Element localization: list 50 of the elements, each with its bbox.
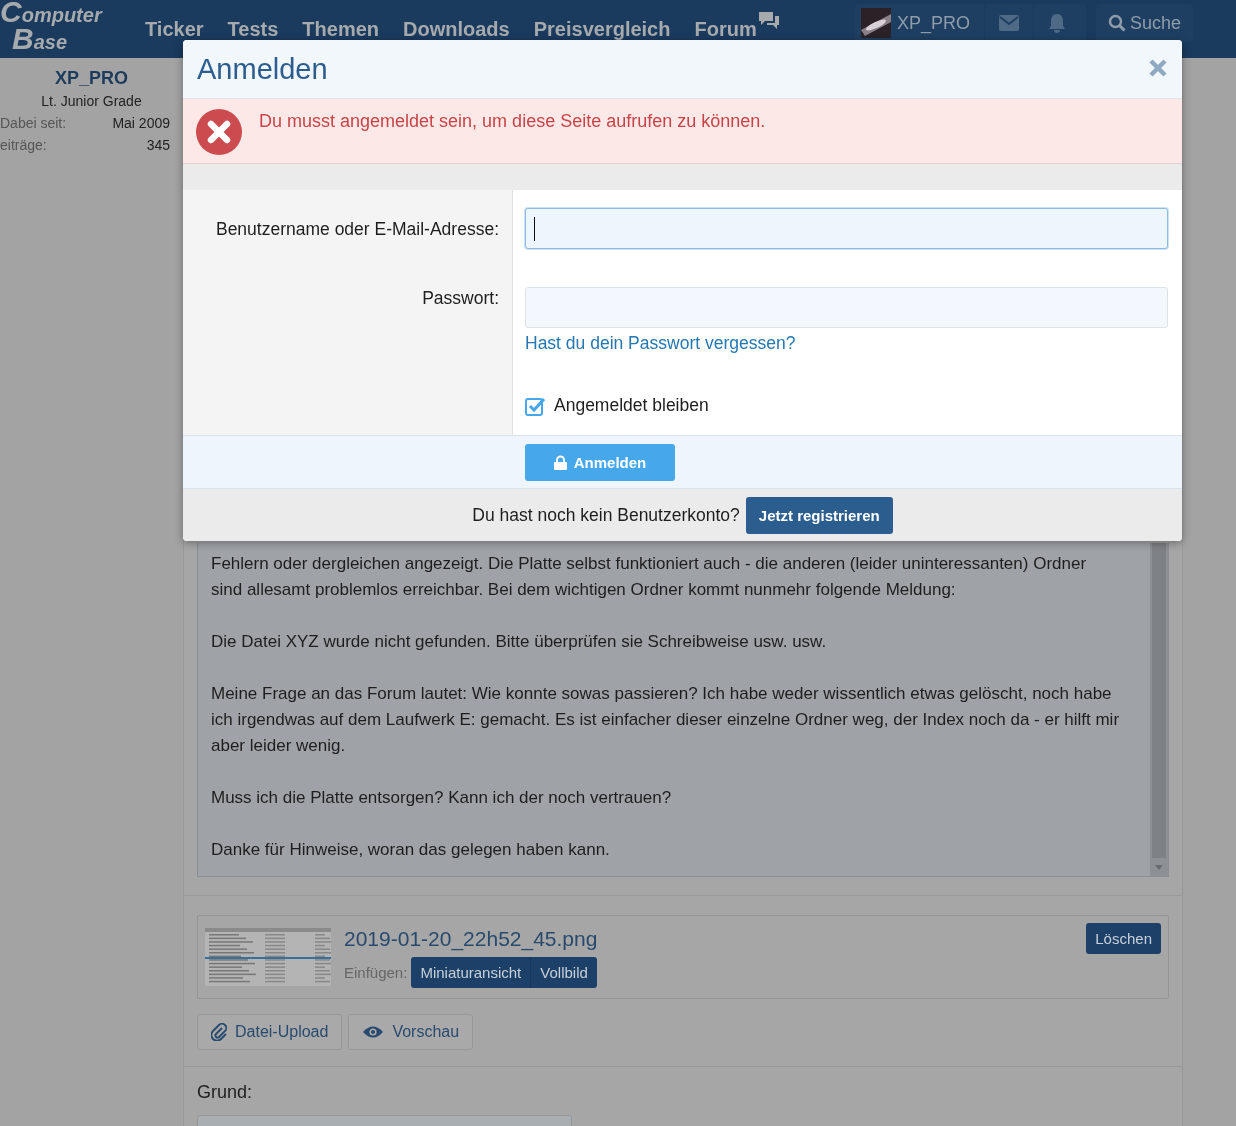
reason-label: Grund:	[197, 1082, 254, 1103]
close-icon	[1148, 57, 1168, 78]
checkbox[interactable]	[525, 395, 545, 416]
register-button[interactable]: Jetzt registrieren	[745, 496, 893, 534]
message-paragraph: Danke für Hinweise, woran das gelegen haben kann.	[211, 839, 611, 861]
username-field[interactable]	[525, 208, 1168, 249]
message-paragraph: Meine Frage an das Forum lautet: Wie konnte sowas passieren? Ich habe weder wissentlich etwas gelöscht, noch habe ich irgendwas auf dem Laufwerk E: gemacht. Es ist einfacher dieser einzelne Ordner weg, der Index noch da - er hilft mir aber leider wenig.	[211, 683, 1120, 757]
search-icon	[1107, 14, 1126, 32]
stat-value: Mai 2009	[112, 115, 170, 131]
stat-label: eiträge:	[0, 137, 47, 153]
message-paragraph: Die Datei XYZ wurde nicht gefunden. Bitte überprüfen sie Schreibweise usw. usw.	[211, 631, 828, 653]
user-link[interactable]: XP_PRO	[860, 8, 984, 38]
nav-link[interactable]: Tests	[227, 17, 279, 41]
dialog-title: Anmelden	[197, 52, 328, 86]
nav-link[interactable]: Downloads	[403, 17, 510, 41]
password-field[interactable]	[525, 287, 1168, 328]
delete-button[interactable]: Löschen	[1086, 923, 1161, 954]
bell-icon[interactable]	[1047, 13, 1066, 33]
stat-label: Dabei seit:	[0, 115, 67, 131]
insert-button[interactable]: Vollbild	[530, 956, 597, 988]
file-name: 2019-01-20_22h52_45.png	[344, 926, 599, 951]
login-button[interactable]: Anmelden	[525, 443, 675, 481]
nav-link[interactable]: Preisvergleich	[533, 17, 671, 41]
eye-icon	[362, 1025, 385, 1039]
lock-icon	[553, 454, 567, 470]
user-rank: Lt. Junior Grade	[40, 93, 143, 109]
checkbox-label: Angemeldet bleiben	[554, 395, 709, 416]
error-icon	[196, 109, 242, 155]
scrollbar[interactable]	[1150, 543, 1168, 876]
stat-value: 345	[146, 137, 170, 153]
search-button[interactable]: Suche	[1095, 4, 1193, 42]
nav-link[interactable]: Forum	[694, 9, 781, 41]
field-label: Benutzername oder E-Mail-Adresse:	[215, 219, 499, 240]
insert-label: Einfügen:	[344, 963, 408, 981]
message-paragraph: Muss ich die Platte entsorgen? Kann ich der noch vertrauen?	[211, 787, 673, 809]
nav-link[interactable]: Themen	[302, 17, 380, 41]
insert-button[interactable]: Miniaturansicht	[411, 956, 531, 988]
message-paragraph: Fehlern oder dergleichen angezeigt. Die Platte selbst funktioniert auch - die anderen (leider uninteressanten) Ordner sind allesamt problemlos erreichbar. Bei dem wichtigen Ordner kommt nunmehr folgende Meldung:	[211, 553, 1088, 601]
upload-button[interactable]: Datei-Upload	[197, 1014, 343, 1050]
user-name[interactable]: XP_PRO	[0, 68, 183, 89]
paperclip-icon	[211, 1023, 227, 1041]
forgot-password-link[interactable]: Hast du dein Passwort vergessen?	[525, 333, 796, 354]
nav-link[interactable]: Ticker	[145, 17, 204, 41]
register-prompt: Du hast noch kein Benutzerkonto?	[472, 504, 740, 526]
message-editor[interactable]	[197, 543, 1169, 877]
error-message: Du musst angemeldet sein, um diese Seite aufrufen zu können.	[259, 111, 766, 132]
site-logo[interactable]: Computer Base	[0, 0, 118, 54]
field-label: Passwort:	[422, 288, 499, 309]
envelope-icon[interactable]	[998, 15, 1019, 31]
preview-button[interactable]: Vorschau	[348, 1014, 474, 1050]
